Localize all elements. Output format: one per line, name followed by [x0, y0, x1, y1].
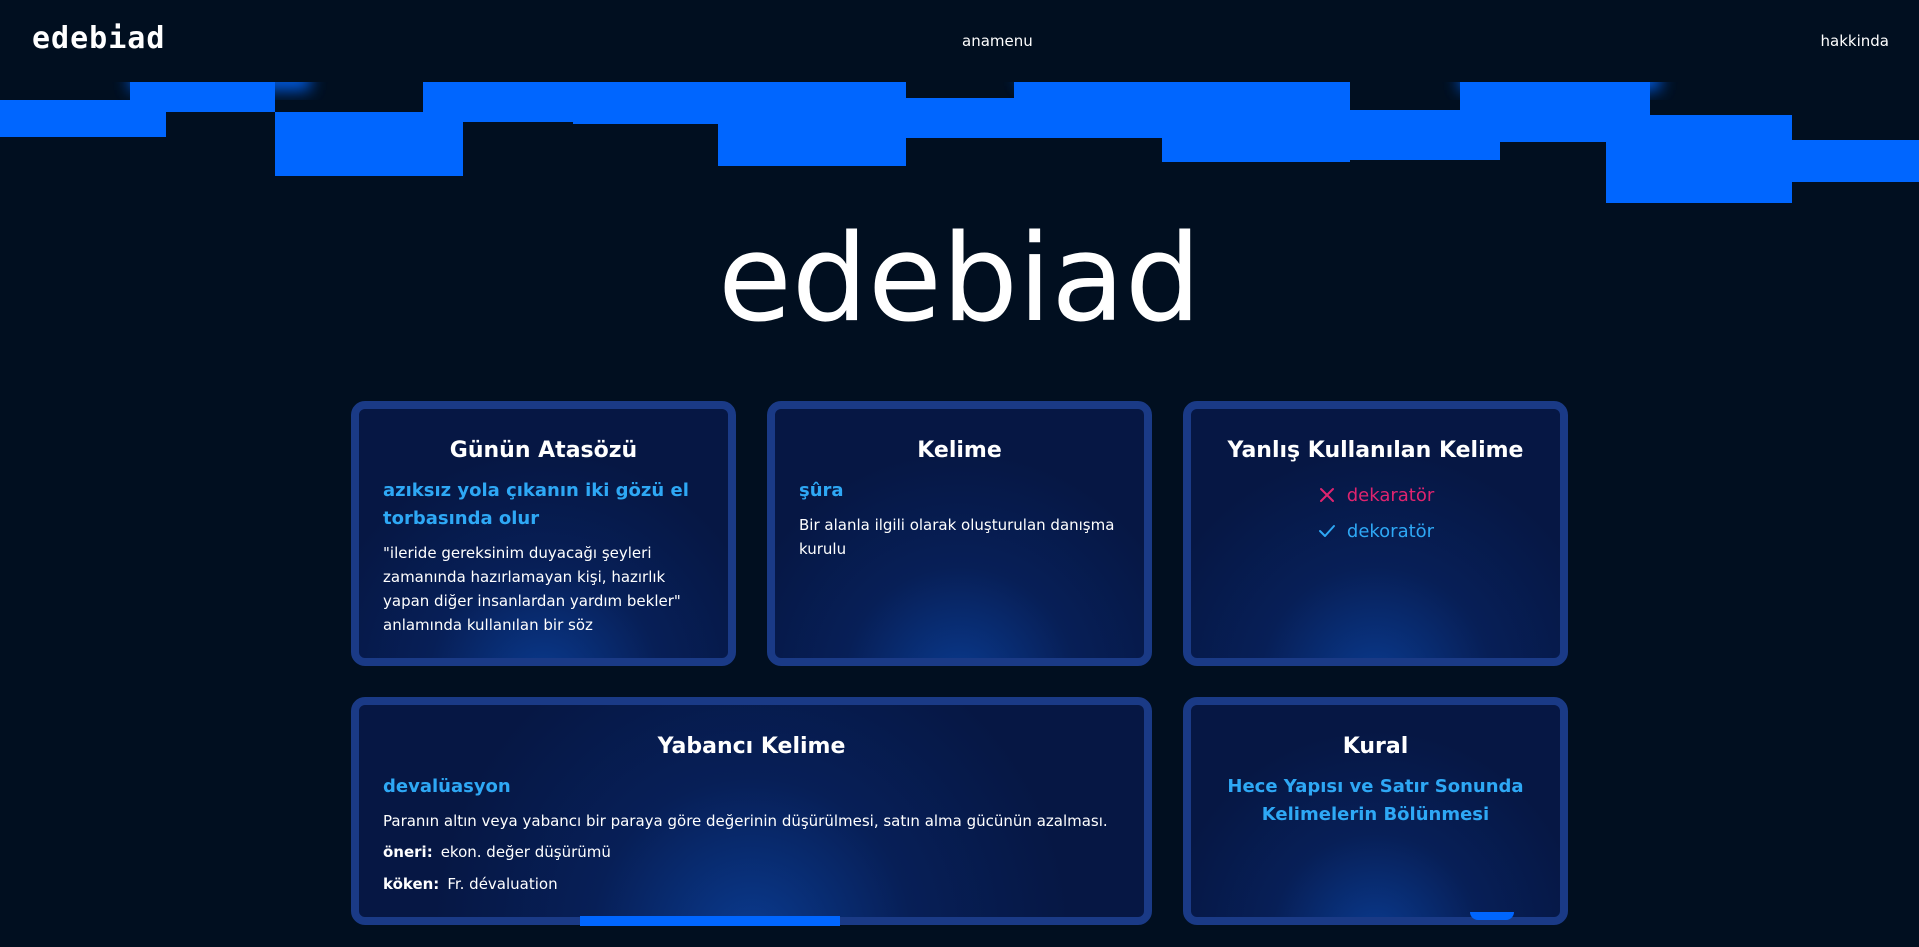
proverb-card[interactable]: Günün Atasözü azıksız yola çıkanın iki g… — [351, 401, 736, 666]
proverb-meaning: "ileride gereksinim duyacağı şeyleri zam… — [383, 544, 681, 634]
origin-row: köken: Fr. dévaluation — [383, 871, 1120, 897]
bottom-accent-bar — [580, 916, 840, 926]
misused-word-card[interactable]: Yanlış Kullanılan Kelime dekaratör dekor… — [1183, 401, 1568, 666]
correct-word-row: dekoratör — [1215, 513, 1536, 549]
word-text: şûra — [799, 480, 844, 501]
correct-word: dekoratör — [1346, 520, 1435, 542]
nav-about-link[interactable]: hakkinda — [1821, 31, 1889, 51]
hero-title: edebiad — [717, 210, 1202, 349]
site-header: edebiad anamenu hakkinda — [0, 0, 1919, 82]
x-icon — [1319, 488, 1334, 502]
suggestion-value: ekon. değer düşürümü — [440, 843, 611, 861]
check-icon — [1318, 525, 1335, 537]
misused-card-title: Yanlış Kullanılan Kelime — [1227, 438, 1524, 463]
foreign-word-definition: Paranın altın veya yabancı bir paraya gö… — [383, 812, 1108, 830]
rule-text: Hece Yapısı ve Satır Sonunda Kelimelerin… — [1227, 776, 1524, 825]
bottom-accent-blob — [1470, 912, 1514, 920]
proverb-card-title: Günün Atasözü — [449, 438, 638, 463]
foreign-word-card[interactable]: Yabancı Kelime devalüasyon Paranın altın… — [351, 697, 1152, 925]
suggestion-row: öneri: ekon. değer düşürümü — [383, 839, 1120, 865]
suggestion-label: öneri: — [383, 843, 433, 861]
rule-card[interactable]: Kural Hece Yapısı ve Satır Sonunda Kelim… — [1183, 697, 1568, 925]
proverb-text: azıksız yola çıkanın iki gözü el torbası… — [383, 480, 689, 529]
word-card-title: Kelime — [917, 438, 1002, 463]
foreign-card-title: Yabancı Kelime — [657, 734, 846, 759]
nav-home-link[interactable]: anamenu — [962, 31, 1033, 51]
wrong-word: dekaratör — [1346, 484, 1435, 506]
rule-card-title: Kural — [1342, 734, 1409, 759]
page: edebiad anamenu hakkinda edebiad Günün A… — [0, 0, 1919, 947]
site-logo[interactable]: edebiad — [32, 22, 165, 56]
foreign-word-text: devalüasyon — [383, 776, 511, 797]
word-card[interactable]: Kelime şûra Bir alanla ilgili olarak olu… — [767, 401, 1152, 666]
word-definition: Bir alanla ilgili olarak oluşturulan dan… — [799, 516, 1115, 558]
wrong-word-row: dekaratör — [1215, 477, 1536, 513]
origin-value: Fr. dévaluation — [447, 875, 558, 893]
origin-label: köken: — [383, 875, 440, 893]
